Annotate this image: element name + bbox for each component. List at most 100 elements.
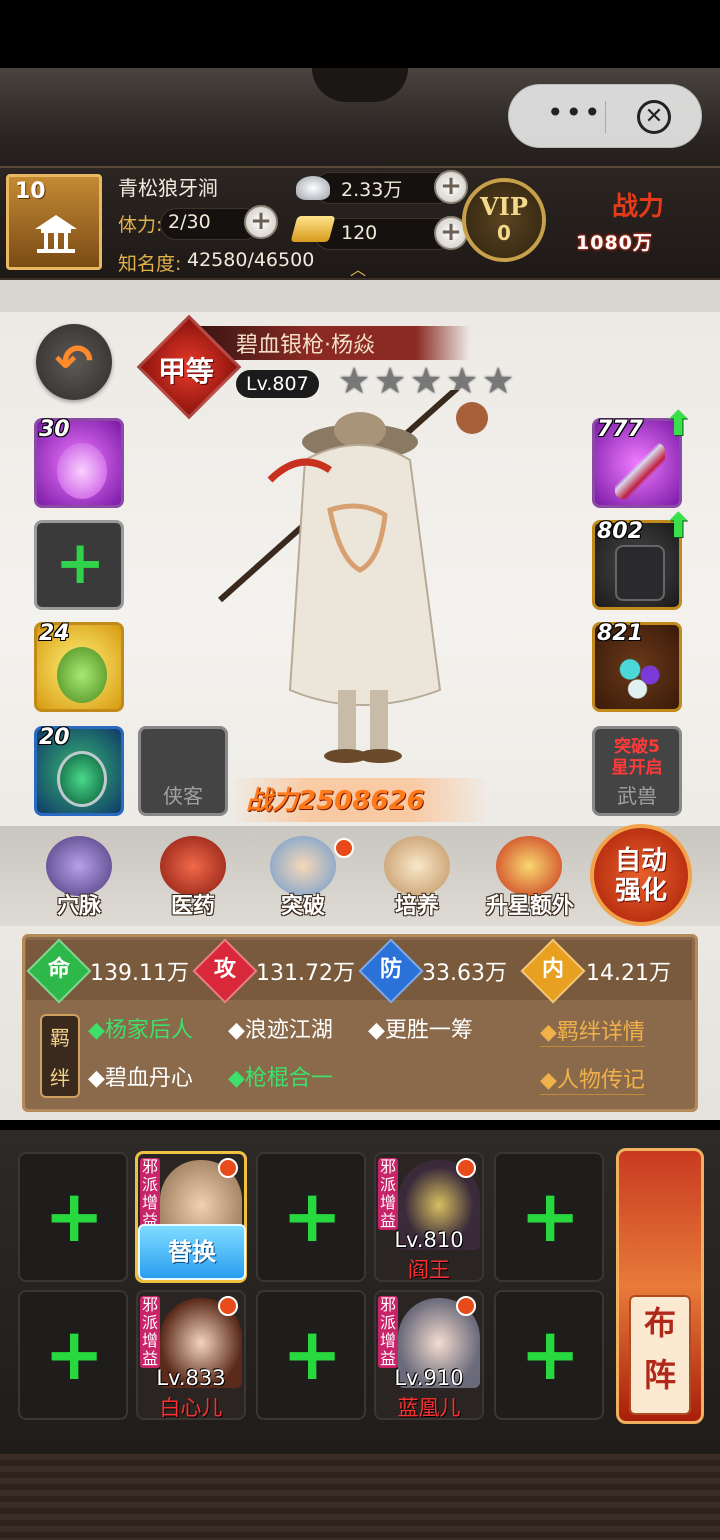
vip-badge[interactable]: VIP 0 [462, 178, 546, 262]
cultivate-button[interactable]: 培养 [374, 832, 460, 922]
star-extra-button[interactable]: 升星额外 [480, 832, 580, 922]
formation-empty-slot[interactable]: + [18, 1290, 128, 1420]
formation-empty-slot[interactable]: + [256, 1290, 366, 1420]
bond-detail-link[interactable]: ◆羁绊详情 [540, 1014, 645, 1047]
defense-value: 33.63万 [422, 961, 507, 986]
formation-empty-slot[interactable]: + [494, 1290, 604, 1420]
star-extra-label: 升星额外 [485, 894, 574, 919]
add-icon: + [55, 528, 106, 598]
formation-hero-level: Lv.910 [394, 1366, 464, 1390]
accessory-slot[interactable]: 821 [592, 621, 682, 712]
sect-bonus-tag: 邪派增益 [140, 1295, 160, 1368]
beast-slot[interactable]: 突破5 星开启 武兽 [592, 726, 682, 816]
biography-link[interactable]: ◆人物传记 [540, 1062, 645, 1095]
skill-slot-3[interactable]: 24 [34, 621, 124, 712]
formation-hero-name: 阎王 [408, 1258, 450, 1282]
hp-icon-text: 命 [47, 957, 70, 982]
auto-enhance-line-2: 强化 [614, 876, 667, 906]
medicine-button[interactable]: 医药 [150, 832, 236, 922]
bottom-decoration [0, 1454, 720, 1540]
slot-level: 30 [39, 417, 70, 442]
hp-value: 139.11万 [90, 961, 189, 986]
bond-item: ◆更胜一筹 [368, 1018, 473, 1043]
fame-label: 知名度: [118, 253, 182, 275]
sect-bonus-tag: 邪派增益 [378, 1295, 398, 1368]
formation-hero[interactable]: 邪派增益 Lv.910 蓝凰儿 [374, 1290, 484, 1420]
mushroom-icon [160, 836, 226, 896]
close-button[interactable]: ✕ [637, 100, 671, 134]
formation-empty-slot[interactable]: + [494, 1152, 604, 1282]
skill-slot-2[interactable]: + [34, 520, 124, 610]
formation-hero[interactable]: 邪派增益 Lv.833 白心儿 [136, 1290, 246, 1420]
meridian-button[interactable]: 穴脉 [36, 832, 122, 922]
add-silver-button[interactable]: + [434, 170, 468, 204]
sect-bonus-tag: 邪派增益 [378, 1157, 398, 1230]
meridian-label: 穴脉 [56, 894, 101, 919]
notification-dot [456, 1296, 476, 1316]
miniprogram-capsule: ••• ✕ [508, 84, 702, 148]
add-icon: + [44, 1312, 105, 1396]
game-screen: { "window": { "menu_dots": "•••", "close… [0, 0, 720, 1540]
scholar-icon [270, 836, 336, 896]
status-area [0, 0, 720, 68]
hero-grade: 甲等 [158, 355, 215, 388]
notification-dot [334, 838, 354, 858]
meridian-icon [46, 836, 112, 896]
add-icon: + [44, 1174, 105, 1258]
player-name: 青松狼牙涧 [118, 176, 218, 200]
player-level-badge[interactable]: 10 [6, 174, 102, 270]
total-power-label: 战力 [612, 192, 665, 222]
silver-value: 2.33万 [341, 179, 403, 201]
lineup-button[interactable]: 布 阵 [616, 1148, 704, 1424]
companion-label: 侠客 [163, 784, 203, 808]
slot-level: 777 [597, 417, 643, 442]
beast-label: 武兽 [617, 784, 657, 808]
formation-hero-level: Lv.833 [156, 1366, 226, 1390]
armor-icon [615, 545, 665, 601]
inner-icon-text: 内 [541, 957, 564, 982]
formation-hero-name: 蓝凰儿 [397, 1396, 461, 1420]
spear-weapon-icon [615, 443, 665, 499]
formation-empty-slot[interactable]: + [18, 1152, 128, 1282]
notification-dot [456, 1158, 476, 1178]
cultivate-label: 培养 [394, 894, 439, 919]
bond-tag-char-2: 绊 [50, 1066, 70, 1090]
formation-hero[interactable]: 邪派增益 Lv.810 阎王 [374, 1152, 484, 1282]
stamina-value: 2/30 [168, 211, 211, 233]
breakthrough-button[interactable]: 突破 [260, 832, 346, 922]
bond-item: ◆枪棍合一 [228, 1066, 333, 1091]
hero-power: 战力2508626 [246, 786, 425, 816]
vip-label: VIP [480, 192, 528, 221]
lineup-label: 布 阵 [629, 1295, 691, 1415]
gold-bar-icon [290, 216, 336, 242]
slot-level: 821 [597, 621, 643, 646]
gems-icon [615, 647, 665, 703]
add-icon: + [282, 1312, 343, 1396]
skill-slot-4[interactable]: 20 [34, 725, 124, 816]
expand-chevron-icon[interactable]: ︿ [350, 256, 366, 280]
lineup-char-2: 阵 [643, 1356, 676, 1394]
more-button[interactable]: ••• [547, 99, 603, 127]
silver-ingot-icon [296, 176, 330, 200]
add-icon: + [520, 1312, 581, 1396]
skill-slot-1[interactable]: 30 [34, 417, 124, 508]
auto-enhance-button[interactable]: 自动 强化 [590, 824, 692, 926]
bond-tag: 羁 绊 [40, 1014, 80, 1098]
add-stamina-button[interactable]: + [244, 205, 278, 239]
stamina-label: 体力: [118, 214, 163, 236]
bond-tag-char-1: 羁 [50, 1026, 70, 1050]
attack-value: 131.72万 [256, 961, 355, 986]
back-button[interactable]: ↶ [36, 324, 112, 400]
formation-empty-slot[interactable]: + [256, 1152, 366, 1282]
lineup-char-1: 布 [643, 1304, 676, 1342]
hero-name: 碧血银枪·杨焱 [236, 333, 375, 358]
fame-value: 42580/46500 [187, 249, 315, 271]
capsule-divider [605, 101, 606, 133]
bond-item: ◆碧血丹心 [88, 1066, 193, 1091]
replace-button[interactable]: 替换 [138, 1224, 246, 1280]
beast-lock-line-2: 星开启 [611, 758, 663, 778]
swirl-skill-icon [57, 443, 107, 499]
add-icon: + [520, 1174, 581, 1258]
inner-value: 14.21万 [586, 961, 671, 986]
notification-dot [218, 1296, 238, 1316]
